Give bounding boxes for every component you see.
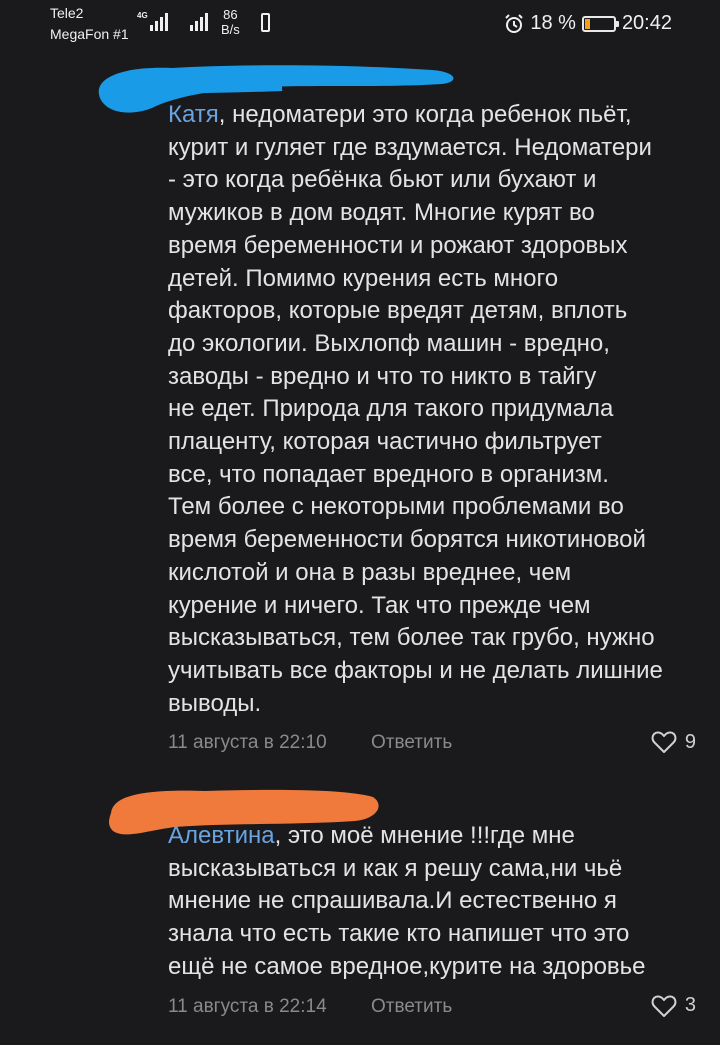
comment-body: , недоматери это когда ребенок пьёт, кур… (168, 101, 663, 717)
comment-date: 11 августа в 22:10 (168, 732, 327, 754)
network-type-label: 4G (137, 11, 148, 20)
signal-bars-icon (150, 13, 168, 31)
heart-outline-icon (651, 994, 677, 1017)
status-bar: Tele2 MegaFon #1 4G 86 B/s 18 % 20:42 (0, 0, 720, 50)
comment-item: Алевтина, это моё мнение !!!где мне выск… (168, 820, 696, 1024)
comment-text: Алевтина, это моё мнение !!!где мне выск… (168, 820, 696, 984)
network-speed-unit: B/s (221, 22, 240, 37)
battery-percent: 18 % (530, 12, 576, 34)
like-button[interactable]: 3 (651, 994, 696, 1018)
battery-icon (581, 15, 619, 32)
sim-card-icon (261, 13, 270, 32)
alarm-clock-icon (505, 13, 524, 33)
clock: 20:42 (621, 12, 672, 34)
like-button[interactable]: 9 (651, 730, 696, 754)
reply-button[interactable]: Ответить (371, 732, 452, 754)
signal-bars-icon-2 (190, 13, 208, 31)
comment-item: Катя, недоматери это когда ребенок пьёт,… (168, 99, 696, 760)
comment-text: Катя, недоматери это когда ребенок пьёт,… (168, 99, 696, 720)
reply-button[interactable]: Ответить (371, 996, 452, 1018)
author-link[interactable]: Катя (168, 101, 219, 128)
network-speed: 86 B/s (221, 7, 240, 37)
carrier-2-label: MegaFon #1 (50, 26, 129, 42)
status-right-group: 18 % 20:42 (504, 12, 672, 35)
comment-date: 11 августа в 22:14 (168, 995, 327, 1017)
comment-meta: 11 августа в 22:14 Ответить 3 (168, 994, 696, 1024)
like-count: 9 (684, 730, 696, 753)
comment-meta: 11 августа в 22:10 Ответить 9 (168, 730, 696, 760)
battery-level-fill (584, 18, 590, 29)
carrier-1-label: Tele2 (50, 5, 84, 21)
network-speed-value: 86 (223, 7, 238, 22)
like-count: 3 (684, 994, 696, 1017)
heart-outline-icon (651, 731, 677, 754)
author-link[interactable]: Алевтина (168, 822, 275, 849)
